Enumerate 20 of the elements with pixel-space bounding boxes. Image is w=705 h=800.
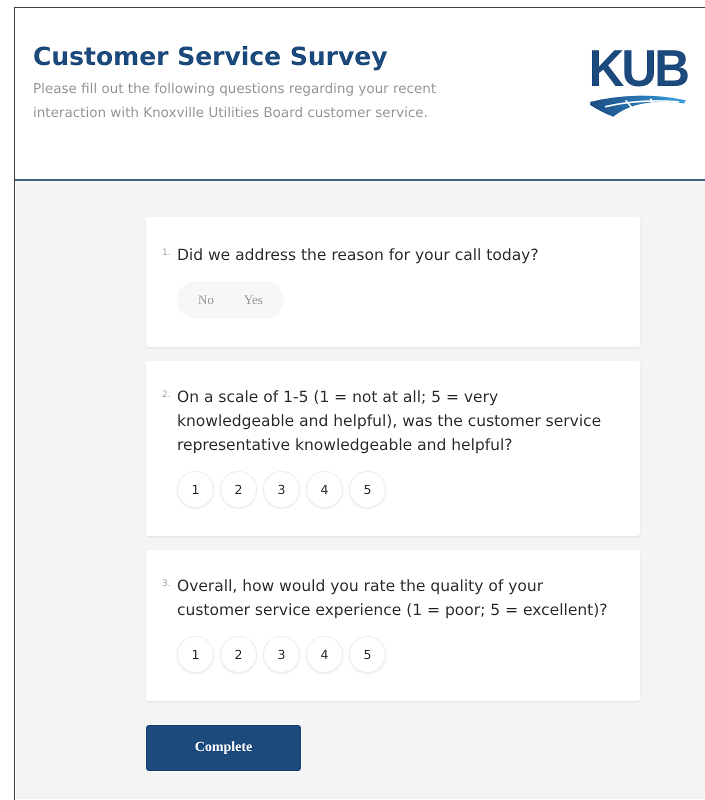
rating-option[interactable]: 5 xyxy=(349,636,386,673)
question-number: 3. xyxy=(162,578,172,589)
survey-title: Customer Service Survey xyxy=(33,42,389,71)
question-number: 2. xyxy=(162,389,172,400)
rating-option[interactable]: 4 xyxy=(306,471,343,508)
question-text: On a scale of 1-5 (1 = not at all; 5 = very knowledgeable and helpful), was the customer service representative knowledgeable and helpful? xyxy=(177,387,602,456)
rating-option[interactable]: 5 xyxy=(349,471,386,508)
logo: KUB xyxy=(579,46,697,120)
rating-option[interactable]: 3 xyxy=(263,471,300,508)
rating-option[interactable]: 2 xyxy=(220,636,257,673)
question-text: Overall, how would you rate the quality of your customer service experience (1 = poor; 5 = excellent)? xyxy=(177,576,609,621)
question-number: 1. xyxy=(162,247,172,258)
rating-option[interactable]: 2 xyxy=(220,471,257,508)
complete-button[interactable]: Complete xyxy=(146,725,301,771)
rating-option[interactable]: 1 xyxy=(177,636,214,673)
rating-option[interactable]: 1 xyxy=(177,471,214,508)
rating-option[interactable]: 3 xyxy=(263,636,300,673)
survey-description: Please fill out the following questions regarding your recent interaction with Knoxville Utilities Board customer service. xyxy=(33,80,438,123)
rating-option[interactable]: 4 xyxy=(306,636,343,673)
question-text: Did we address the reason for your call today? xyxy=(177,245,539,266)
